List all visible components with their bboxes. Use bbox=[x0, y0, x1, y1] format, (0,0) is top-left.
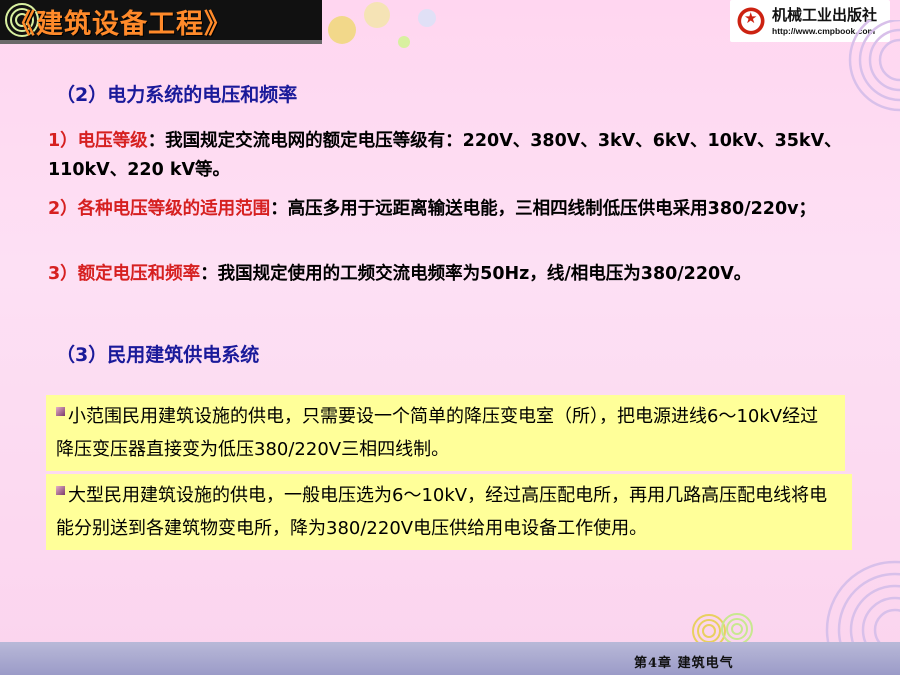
paragraph-text: ：我国规定交流电网的额定电压等级有：220V、380V、3kV、6kV、10kV… bbox=[48, 131, 842, 180]
bullet-icon bbox=[56, 486, 65, 495]
paragraph-rated-voltage-frequency: 3）额定电压和频率：我国规定使用的工频交流电频率为50Hz，线/相电压为380/… bbox=[48, 260, 848, 289]
info-box-text: 大型民用建筑设施的供电，一般电压选为6～10kV，经过高压配电所，再用几路高压配… bbox=[56, 485, 828, 539]
top-circles-decoration bbox=[328, 2, 436, 48]
star-icon: ★ bbox=[744, 9, 758, 27]
info-box-text: 小范围民用建筑设施的供电，只需要设一个简单的降压变电室（所），把电源进线6～10… bbox=[56, 406, 819, 460]
top-right-rings-decoration bbox=[848, 20, 900, 112]
chapter-label: 第4章 建筑电气 bbox=[634, 656, 734, 671]
paragraph-text: ：高压多用于远距离输送电能，三相四线制低压供电采用380/220v； bbox=[270, 199, 817, 219]
paragraph-voltage-ranges: 2）各种电压等级的适用范围：高压多用于远距离输送电能，三相四线制低压供电采用38… bbox=[48, 195, 848, 224]
info-box-large-facility: 大型民用建筑设施的供电，一般电压选为6～10kV，经过高压配电所，再用几路高压配… bbox=[46, 474, 852, 550]
bullet-icon bbox=[56, 407, 65, 416]
paragraph-key: 1）电压等级 bbox=[48, 131, 148, 151]
paragraph-key: 3）额定电压和频率 bbox=[48, 264, 201, 284]
paragraph-text: ：我国规定使用的工频交流电频率为50Hz，线/相电压为380/220V。 bbox=[200, 264, 752, 284]
section-heading-voltage-frequency: （2）电力系统的电压和频率 bbox=[56, 84, 298, 106]
section-heading-civil-supply: （3）民用建筑供电系统 bbox=[56, 344, 260, 366]
paragraph-voltage-levels: 1）电压等级：我国规定交流电网的额定电压等级有：220V、380V、3kV、6k… bbox=[48, 127, 848, 185]
bottom-right-rings-decoration bbox=[825, 560, 900, 650]
course-title: 《建筑设备工程》 bbox=[8, 9, 232, 40]
footer-band bbox=[0, 642, 900, 675]
paragraph-key: 2）各种电压等级的适用范围 bbox=[48, 199, 271, 219]
info-box-small-facility: 小范围民用建筑设施的供电，只需要设一个简单的降压变电室（所），把电源进线6～10… bbox=[46, 395, 845, 471]
